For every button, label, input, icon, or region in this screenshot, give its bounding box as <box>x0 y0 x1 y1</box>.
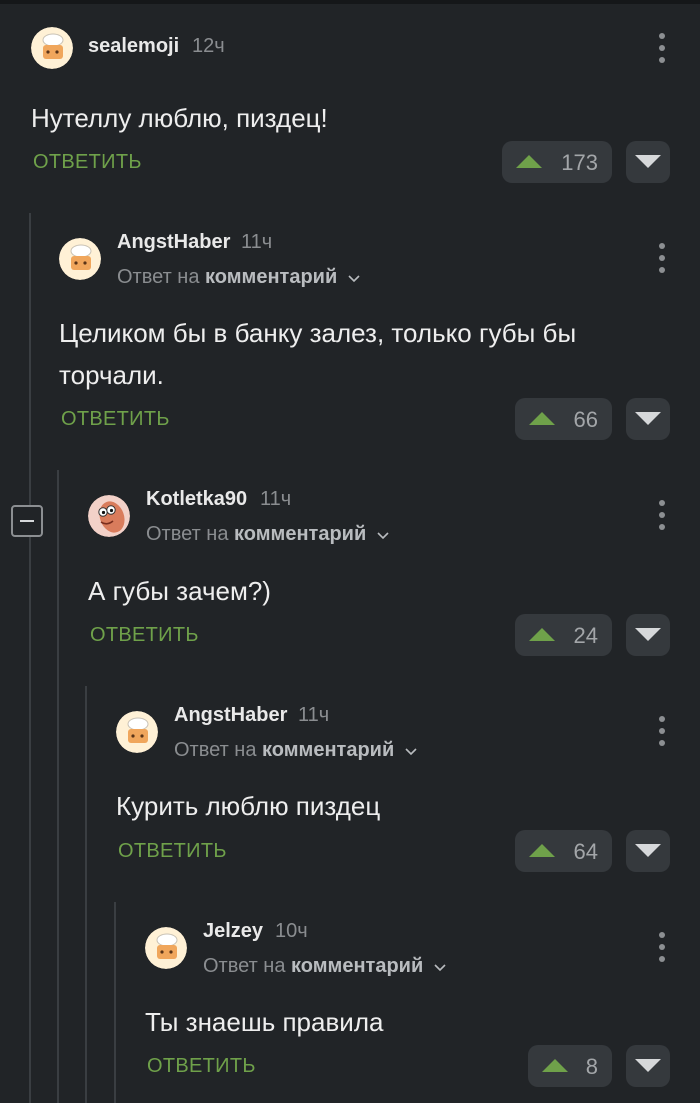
comment-text: Нутеллу люблю, пиздец! <box>31 103 328 133</box>
minus-icon <box>20 520 34 522</box>
reply-to-prefix: Ответ на <box>117 266 200 288</box>
comment-time: 11ч <box>241 231 273 253</box>
comment-time: 11ч <box>298 704 330 726</box>
comment-menu-button[interactable] <box>652 31 672 65</box>
arrow-down-icon <box>635 155 661 168</box>
reply-to-target[interactable]: комментарий <box>262 739 394 761</box>
reply-button[interactable]: ОТВЕТИТЬ <box>90 624 199 647</box>
arrow-down-icon <box>635 1059 661 1072</box>
comment-username[interactable]: AngstHaber <box>174 704 287 727</box>
comment-menu-button[interactable] <box>652 930 672 964</box>
downvote-button[interactable] <box>626 614 670 656</box>
chevron-down-icon <box>434 964 446 971</box>
comment-time: 12ч <box>192 35 225 57</box>
arrow-up-icon <box>542 1059 568 1072</box>
reply-to-prefix: Ответ на <box>203 955 286 977</box>
sausage-avatar-icon[interactable] <box>88 495 130 537</box>
comment-text: Курить люблю пиздец <box>116 791 381 821</box>
comment-time: 10ч <box>275 920 308 942</box>
comment-username[interactable]: sealemoji <box>88 35 179 58</box>
vote-count: 24 <box>573 623 598 648</box>
reply-button[interactable]: ОТВЕТИТЬ <box>147 1055 256 1078</box>
arrow-down-icon <box>635 412 661 425</box>
reply-to-link[interactable]: Ответ на комментарий <box>146 523 389 546</box>
comment-username[interactable]: Jelzey <box>203 920 263 943</box>
comment-time: 11ч <box>260 488 292 510</box>
downvote-button[interactable] <box>626 1045 670 1087</box>
vote-count: 66 <box>573 407 598 432</box>
arrow-down-icon <box>635 628 661 641</box>
comment-menu-button[interactable] <box>652 714 672 748</box>
arrow-up-icon <box>529 412 555 425</box>
arrow-up-icon <box>516 155 542 168</box>
comment-username[interactable]: Kotletka90 <box>146 488 247 511</box>
comment-text: Целиком бы в банку залез, только губы бы… <box>59 318 577 390</box>
arrow-up-icon <box>529 844 555 857</box>
upvote-button[interactable]: 66 <box>515 398 612 440</box>
reply-to-target[interactable]: комментарий <box>234 523 366 545</box>
thread-line[interactable] <box>85 686 87 1103</box>
reply-button[interactable]: ОТВЕТИТЬ <box>118 840 227 863</box>
reply-to-prefix: Ответ на <box>146 523 229 545</box>
thread-line[interactable] <box>114 902 116 1103</box>
chef-avatar-icon[interactable] <box>145 927 187 969</box>
arrow-down-icon <box>635 844 661 857</box>
chef-avatar-icon[interactable] <box>59 238 101 280</box>
downvote-button[interactable] <box>626 141 670 183</box>
reply-to-target[interactable]: комментарий <box>291 955 423 977</box>
chevron-down-icon <box>348 275 360 282</box>
comment-text: Ты знаешь правила <box>145 1007 384 1037</box>
reply-button[interactable]: ОТВЕТИТЬ <box>33 151 142 174</box>
upvote-button[interactable]: 24 <box>515 614 612 656</box>
vote-count: 64 <box>573 839 598 864</box>
comment-username[interactable]: AngstHaber <box>117 231 230 254</box>
vote-count: 8 <box>585 1054 598 1079</box>
vote-count: 173 <box>561 150 598 175</box>
chevron-down-icon <box>377 532 389 539</box>
reply-to-prefix: Ответ на <box>174 739 257 761</box>
comment-menu-button[interactable] <box>652 498 672 532</box>
reply-to-link[interactable]: Ответ на комментарий <box>174 739 417 762</box>
reply-to-target[interactable]: комментарий <box>205 266 337 288</box>
chevron-down-icon <box>405 748 417 755</box>
downvote-button[interactable] <box>626 398 670 440</box>
upvote-button[interactable]: 173 <box>502 141 612 183</box>
chef-avatar-icon[interactable] <box>31 27 73 69</box>
reply-button[interactable]: ОТВЕТИТЬ <box>61 408 170 431</box>
thread-line[interactable] <box>29 213 31 1103</box>
thread-line[interactable] <box>57 470 59 1103</box>
arrow-up-icon <box>529 628 555 641</box>
chef-avatar-icon[interactable] <box>116 711 158 753</box>
reply-to-link[interactable]: Ответ на комментарий <box>203 955 446 978</box>
reply-to-link[interactable]: Ответ на комментарий <box>117 266 360 289</box>
collapse-thread-button[interactable] <box>11 505 43 537</box>
top-bar <box>0 0 700 4</box>
upvote-button[interactable]: 8 <box>528 1045 612 1087</box>
comment-text: А губы зачем?) <box>88 576 271 606</box>
downvote-button[interactable] <box>626 830 670 872</box>
upvote-button[interactable]: 64 <box>515 830 612 872</box>
comment-menu-button[interactable] <box>652 241 672 275</box>
